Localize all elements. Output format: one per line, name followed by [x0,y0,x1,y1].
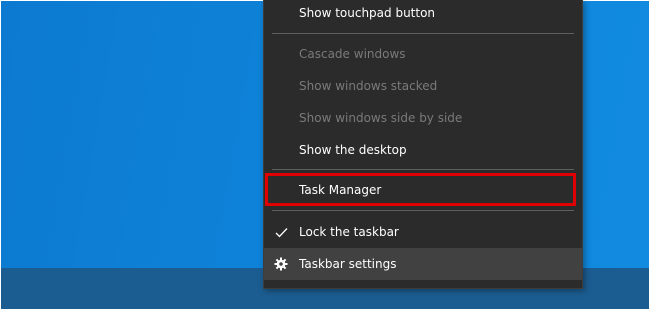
gear-icon [274,248,288,280]
menu-item-lock-the-taskbar[interactable]: Lock the taskbar [264,216,582,248]
menu-item-show-the-desktop[interactable]: Show the desktop [264,134,582,166]
menu-item-label: Show the desktop [299,143,407,157]
menu-separator [272,210,574,211]
task-manager-highlight-box [265,173,576,206]
menu-item-label: Lock the taskbar [299,225,399,239]
checkmark-icon [274,216,288,248]
menu-item-label: Show windows stacked [299,79,438,93]
taskbar-context-menu: Show touchpad button Cascade windows Sho… [263,0,583,289]
menu-item-label: Show touchpad button [299,6,436,20]
menu-item-label: Taskbar settings [299,257,397,271]
menu-item-show-windows-side-by-side: Show windows side by side [264,102,582,134]
menu-item-show-touchpad-button[interactable]: Show touchpad button [264,0,582,29]
menu-item-cascade-windows: Cascade windows [264,38,582,70]
menu-item-label: Cascade windows [299,47,406,61]
menu-item-taskbar-settings[interactable]: Taskbar settings [264,248,582,280]
menu-item-label: Show windows side by side [299,111,463,125]
menu-item-show-windows-stacked: Show windows stacked [264,70,582,102]
menu-separator [272,33,574,34]
menu-separator [272,169,574,170]
